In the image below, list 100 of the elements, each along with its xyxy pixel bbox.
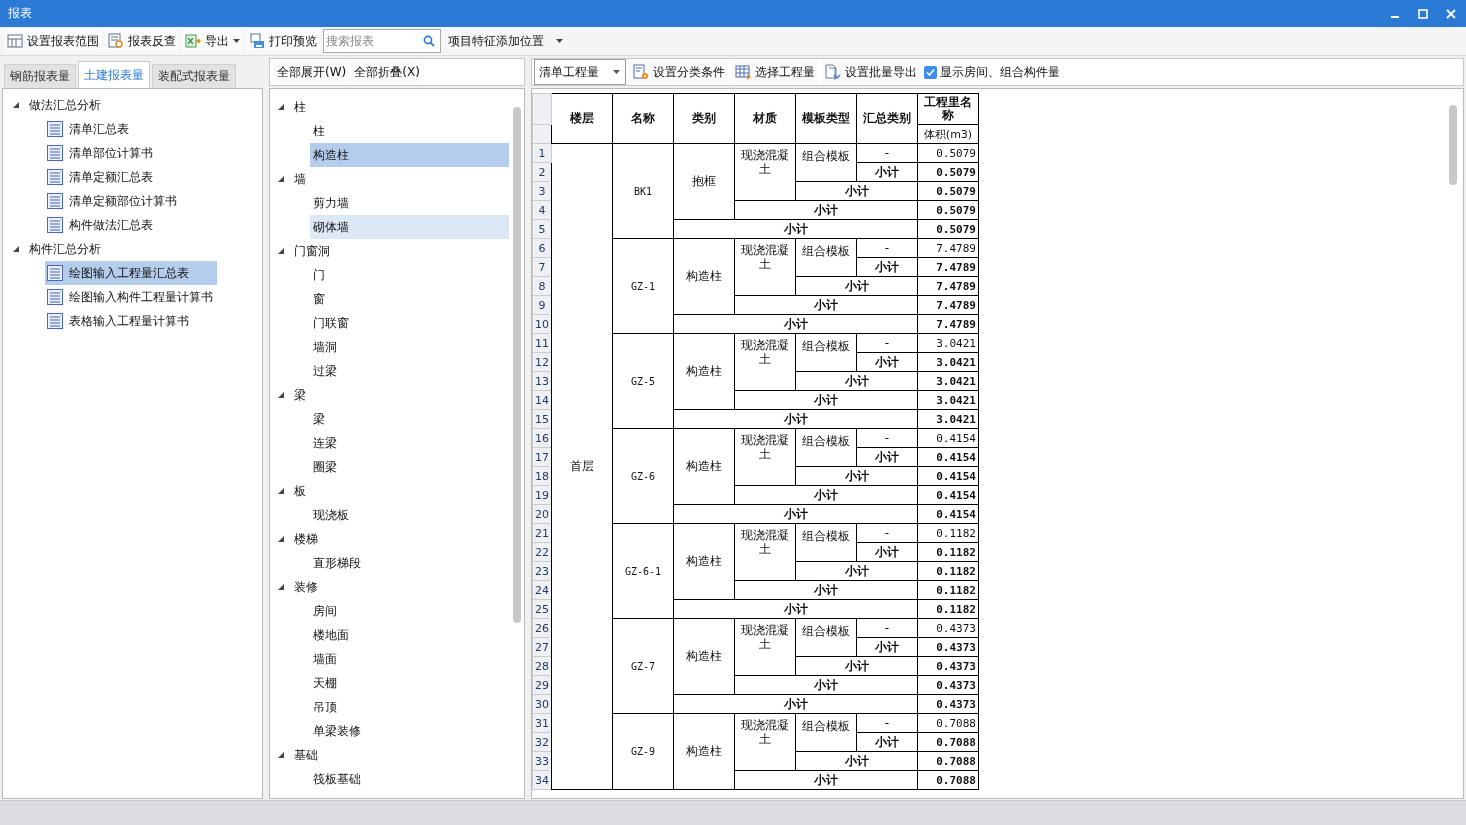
- tree-node[interactable]: 基础: [294, 746, 318, 764]
- checkbox[interactable]: [924, 65, 937, 79]
- table-cell: 小计: [856, 352, 918, 372]
- tree-node[interactable]: 楼梯: [294, 530, 318, 548]
- table-cell: 小计: [734, 580, 918, 600]
- table-cell: 小计: [734, 295, 918, 315]
- category-item[interactable]: 墙面: [310, 647, 509, 671]
- tree-node[interactable]: 柱: [294, 98, 306, 116]
- report-item[interactable]: 绘图输入工程量汇总表: [45, 261, 217, 285]
- table-cell: 抱框: [673, 143, 735, 220]
- tree-node[interactable]: 做法汇总分析: [29, 96, 101, 114]
- toolbar-button[interactable]: 选择工程量: [732, 60, 818, 84]
- table-icon: [735, 64, 751, 80]
- expand-icon[interactable]: [278, 487, 285, 495]
- report-item[interactable]: 清单部位计算书: [45, 141, 181, 165]
- table-cell: 组合模板: [795, 333, 857, 372]
- category-item[interactable]: 砌体墙: [310, 215, 509, 239]
- category-item[interactable]: 筏板基础: [310, 767, 509, 791]
- table-cell: 7.4789: [917, 314, 979, 334]
- toolbar-button[interactable]: 设置报表范围: [4, 29, 102, 53]
- document-icon: [47, 193, 63, 209]
- tree-node[interactable]: 墙: [294, 170, 306, 188]
- category-item[interactable]: 天棚: [310, 671, 509, 695]
- tab[interactable]: 土建报表量: [78, 61, 150, 88]
- table-cell: 小计: [795, 466, 918, 486]
- table-cell: 现浇混凝土: [734, 333, 796, 391]
- table-cell: 小计: [734, 200, 918, 220]
- expand-icon[interactable]: [278, 751, 285, 759]
- scrollbar-thumb[interactable]: [513, 107, 521, 623]
- expand-icon[interactable]: [13, 245, 20, 253]
- expand-icon[interactable]: [278, 583, 285, 591]
- table-cell: 0.1182: [917, 599, 979, 619]
- search-field[interactable]: 搜索报表: [323, 29, 441, 53]
- category-item[interactable]: 吊顶: [310, 695, 509, 719]
- close-icon[interactable]: [1446, 8, 1456, 19]
- table-cell: 现浇混凝土: [734, 713, 796, 771]
- scrollbar-thumb[interactable]: [1449, 105, 1457, 185]
- report-item[interactable]: 清单定额汇总表: [45, 165, 181, 189]
- category-item[interactable]: 窗: [310, 287, 509, 311]
- category-item[interactable]: 梁: [310, 407, 509, 431]
- table-cell: 构造柱: [673, 428, 735, 505]
- report-item[interactable]: 清单汇总表: [45, 117, 157, 141]
- column-header: 汇总类别: [856, 93, 918, 144]
- action-button[interactable]: 全部展开(W): [274, 60, 350, 84]
- printer-icon: [249, 33, 265, 49]
- unit-header: 体积(m3): [917, 124, 979, 144]
- report-item[interactable]: 清单定额部位计算书: [45, 189, 205, 213]
- table-cell: -: [856, 143, 918, 163]
- tree-node[interactable]: 板: [294, 482, 306, 500]
- report-item[interactable]: 表格输入工程量计算书: [45, 309, 217, 333]
- category-item[interactable]: 楼地面: [310, 623, 509, 647]
- category-item[interactable]: 单梁装修: [310, 719, 509, 743]
- category-item[interactable]: 门: [310, 263, 509, 287]
- toolbar-button[interactable]: 设置分类条件: [630, 60, 728, 84]
- column-header: 名称: [612, 93, 674, 144]
- dropdown[interactable]: 项目特征添加位置: [444, 29, 567, 53]
- checkbox-label[interactable]: 显示房间、组合构件量: [940, 63, 1060, 81]
- report-item[interactable]: 构件做法汇总表: [45, 213, 181, 237]
- table-cell: 小计: [795, 181, 918, 201]
- maximize-icon[interactable]: [1418, 8, 1428, 19]
- category-item[interactable]: 现浇板: [310, 503, 509, 527]
- category-item[interactable]: 过梁: [310, 359, 509, 383]
- toolbar-button[interactable]: 打印预览: [246, 29, 320, 53]
- quantity-dropdown[interactable]: 清单工程量: [534, 59, 626, 85]
- action-button[interactable]: 全部折叠(X): [351, 60, 423, 84]
- table-cell: 0.1182: [917, 523, 979, 543]
- expand-icon[interactable]: [278, 175, 285, 183]
- tree-node[interactable]: 构件汇总分析: [29, 240, 101, 258]
- report-item[interactable]: 绘图输入构件工程量计算书: [45, 285, 241, 309]
- column-header: 材质: [734, 93, 796, 144]
- tree-node[interactable]: 装修: [294, 578, 318, 596]
- table-cell: 组合模板: [795, 618, 857, 657]
- expand-icon[interactable]: [278, 247, 285, 255]
- category-item[interactable]: 墙洞: [310, 335, 509, 359]
- table-cell: 0.4154: [917, 428, 979, 448]
- toolbar-button[interactable]: 设置批量导出: [822, 60, 920, 84]
- category-item[interactable]: 门联窗: [310, 311, 509, 335]
- tab[interactable]: 装配式报表量: [152, 64, 236, 88]
- expand-icon[interactable]: [278, 103, 285, 111]
- expand-icon[interactable]: [278, 535, 285, 543]
- table-cell: 小计: [795, 561, 918, 581]
- tree-node[interactable]: 门窗洞: [294, 242, 330, 260]
- category-item[interactable]: 构造柱: [310, 143, 509, 167]
- category-item[interactable]: 柱: [310, 119, 509, 143]
- category-item[interactable]: 圈梁: [310, 455, 509, 479]
- tab[interactable]: 钢筋报表量: [4, 64, 76, 88]
- category-item[interactable]: 直形梯段: [310, 551, 509, 575]
- expand-icon[interactable]: [13, 101, 20, 109]
- export-button[interactable]: 导出: [182, 29, 243, 53]
- expand-icon[interactable]: [278, 391, 285, 399]
- table-cell: 小计: [856, 447, 918, 467]
- table-cell: 小计: [734, 675, 918, 695]
- tree-node[interactable]: 梁: [294, 386, 306, 404]
- table-cell: 组合模板: [795, 428, 857, 467]
- category-item[interactable]: 剪力墙: [310, 191, 509, 215]
- toolbar-button[interactable]: 报表反查: [105, 29, 179, 53]
- document-icon: [47, 145, 63, 161]
- category-item[interactable]: 房间: [310, 599, 509, 623]
- table-cell: 0.7088: [917, 751, 979, 771]
- category-item[interactable]: 连梁: [310, 431, 509, 455]
